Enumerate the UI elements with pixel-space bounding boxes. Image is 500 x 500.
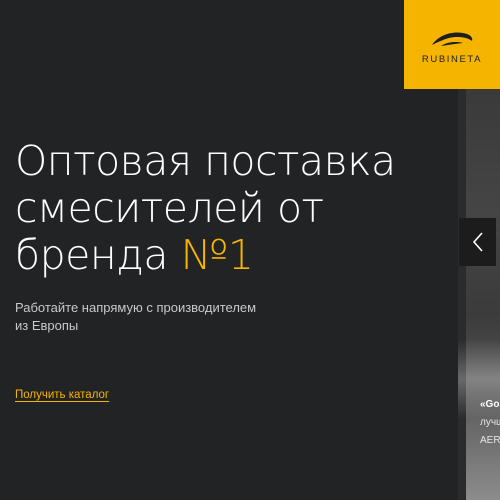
rubineta-logo-icon [432, 32, 473, 46]
hero-title-line-3-text: бренда [15, 231, 181, 279]
brand-name: RUBINETA [421, 54, 483, 65]
hero-title-accent: №1 [180, 231, 254, 279]
get-catalog-link[interactable]: Получить каталог [15, 389, 109, 401]
slide-caption-line-2: AERO [480, 435, 500, 446]
hero-subtitle-line-2: из Европы [15, 318, 79, 333]
slide-caption: «Go лучш AERO [480, 396, 500, 450]
hero-subtitle-line-1: Работайте напрямую с производителем [15, 300, 257, 315]
slider-image-pillar [458, 89, 466, 500]
slide-caption-title: «Go [480, 399, 500, 410]
hero-title-line-2: смесителей от [15, 184, 324, 232]
slider-prev-button[interactable] [459, 218, 496, 266]
hero-page: «Go лучш AERO RUBINETA Оптовая поставка … [0, 0, 500, 500]
brand-logo[interactable]: RUBINETA [404, 0, 500, 89]
chevron-left-icon [472, 232, 483, 252]
slide-caption-line-1: лучш [480, 417, 500, 428]
hero-title: Оптовая поставка смесителей от бренда №1 [15, 138, 445, 279]
hero-title-line-1: Оптовая поставка [15, 137, 396, 185]
hero-subtitle: Работайте напрямую с производителем из Е… [15, 299, 335, 335]
hero-title-line-3: бренда №1 [15, 232, 445, 279]
